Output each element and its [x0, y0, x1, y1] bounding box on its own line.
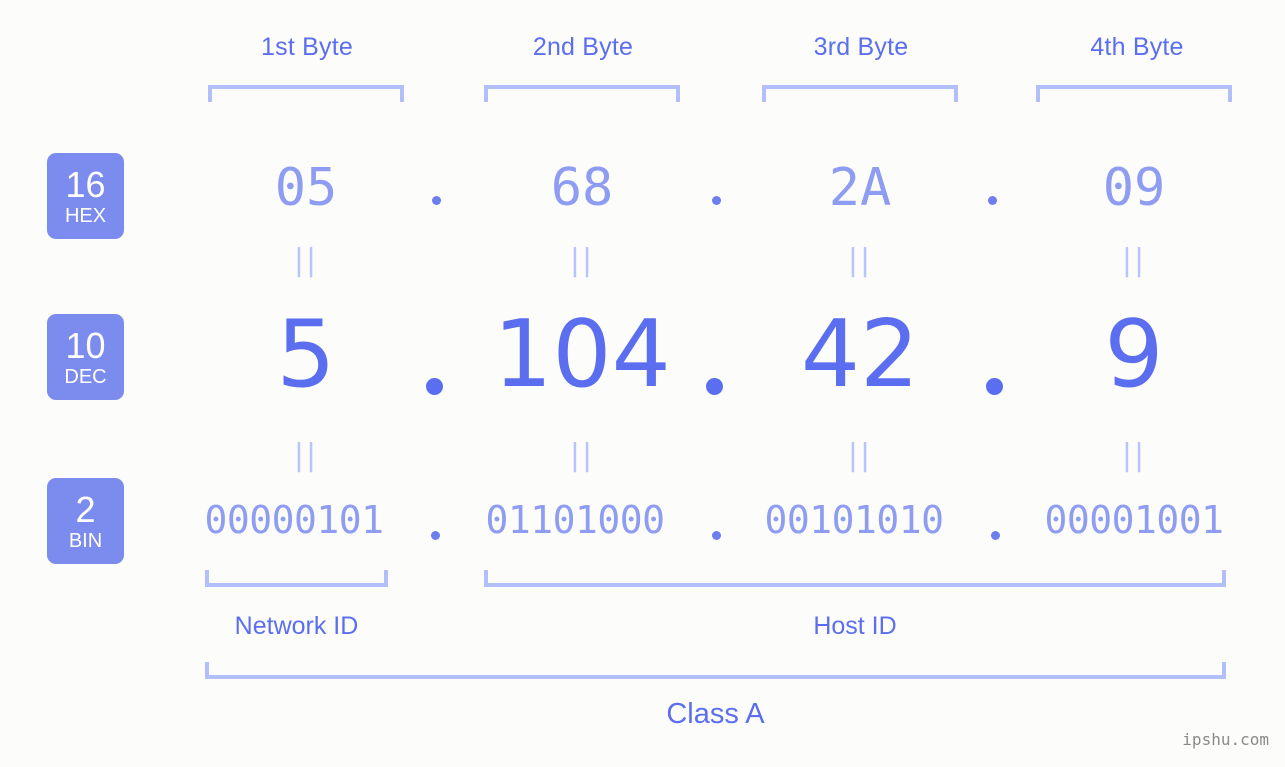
- bin-separator-1: [431, 531, 440, 540]
- host-id-label: Host ID: [813, 612, 897, 640]
- radix-badge-bin-name: BIN: [68, 529, 103, 552]
- equality-mark-dec-bin-3: ||: [847, 438, 873, 473]
- radix-badge-bin: 2 BIN: [47, 478, 124, 564]
- bin-byte-4: 00001001: [1044, 498, 1224, 542]
- dec-separator-2: [706, 378, 723, 395]
- radix-badge-dec-name: DEC: [64, 365, 107, 388]
- hex-separator-2: [712, 196, 721, 205]
- byte-bracket-2: [484, 85, 680, 102]
- equality-mark-hex-dec-2: ||: [569, 243, 595, 278]
- dec-byte-3: 42: [800, 300, 920, 408]
- radix-badge-hex: 16 HEX: [47, 153, 124, 239]
- hex-byte-3: 2A: [828, 158, 892, 218]
- radix-badge-dec: 10 DEC: [47, 314, 124, 400]
- equality-mark-dec-bin-4: ||: [1121, 438, 1147, 473]
- dec-byte-2: 104: [493, 300, 671, 408]
- class-label: Class A: [666, 698, 765, 730]
- bin-separator-3: [991, 531, 1000, 540]
- radix-badge-bin-number: 2: [75, 488, 96, 530]
- equality-mark-hex-dec-1: ||: [293, 243, 319, 278]
- equality-mark-hex-dec-4: ||: [1121, 243, 1147, 278]
- bin-byte-3: 00101010: [764, 498, 944, 542]
- network-id-label: Network ID: [234, 612, 359, 640]
- dec-separator-3: [986, 378, 1003, 395]
- hex-byte-2: 68: [550, 158, 614, 218]
- byte-bracket-1: [208, 85, 404, 102]
- byte-bracket-4: [1036, 85, 1232, 102]
- dec-byte-1: 5: [276, 300, 336, 408]
- equality-mark-dec-bin-1: ||: [293, 438, 319, 473]
- byte-header-2: 2nd Byte: [532, 33, 634, 61]
- bin-byte-2: 01101000: [485, 498, 665, 542]
- byte-bracket-3: [762, 85, 958, 102]
- bin-byte-1: 00000101: [204, 498, 384, 542]
- radix-badge-dec-number: 10: [65, 324, 106, 366]
- class-bracket: [205, 662, 1226, 679]
- bin-separator-2: [712, 531, 721, 540]
- equality-mark-hex-dec-3: ||: [847, 243, 873, 278]
- host-id-bracket: [484, 570, 1226, 587]
- byte-header-1: 1st Byte: [261, 33, 353, 61]
- byte-header-4: 4th Byte: [1090, 33, 1184, 61]
- hex-separator-3: [988, 196, 997, 205]
- dec-byte-4: 9: [1104, 300, 1164, 408]
- dec-separator-1: [426, 378, 443, 395]
- hex-byte-4: 09: [1102, 158, 1166, 218]
- ip-breakdown-diagram: 1st Byte 2nd Byte 3rd Byte 4th Byte 16 H…: [0, 0, 1285, 767]
- byte-header-3: 3rd Byte: [813, 33, 909, 61]
- watermark: ipshu.com: [1182, 730, 1269, 749]
- hex-byte-1: 05: [274, 158, 338, 218]
- radix-badge-hex-name: HEX: [64, 204, 107, 227]
- hex-separator-1: [432, 196, 441, 205]
- equality-mark-dec-bin-2: ||: [569, 438, 595, 473]
- radix-badge-hex-number: 16: [65, 163, 106, 205]
- network-id-bracket: [205, 570, 388, 587]
